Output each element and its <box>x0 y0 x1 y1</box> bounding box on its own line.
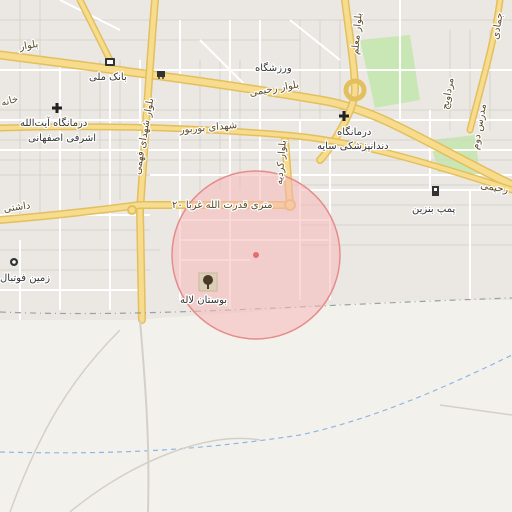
poi-label-clinic-ayatollah-2: اشرفی اصفهانی <box>28 133 96 144</box>
map-view[interactable]: بلوار بلوار رحیمی رحیمی بلوار معلم بلوار… <box>0 0 512 512</box>
poi-label-zamin-football: زمین فوتبال <box>0 273 50 284</box>
football-icon[interactable] <box>10 258 18 266</box>
tree-icon[interactable] <box>198 272 218 292</box>
map-canvas[interactable]: بلوار بلوار رحیمی رحیمی بلوار معلم بلوار… <box>0 0 512 512</box>
poi-label-clinic-sayeh-1: درمانگاه <box>337 126 371 138</box>
poi-label-clinic-ayatollah-1: درمانگاه آیت‌الله <box>20 116 87 129</box>
atm-icon[interactable] <box>105 58 115 66</box>
poi-label-gas-station: پمپ بنزین <box>412 204 455 215</box>
roundabout-west <box>127 205 137 215</box>
poi-label-varzeshgah: ورزشگاه <box>255 62 292 74</box>
fuel-pump-icon[interactable] <box>432 186 439 196</box>
poi-label-bustan-laleh: بوستان لاله <box>180 295 227 306</box>
road-label-qodratollah: ۲۰ متری قدرت الله غربا <box>172 200 273 211</box>
highlight-center[interactable] <box>253 252 259 258</box>
poi-label-bank-melli: بانک ملی <box>89 72 127 83</box>
poi-label-clinic-sayeh-2: دندانپزشکی سایه <box>317 141 389 152</box>
